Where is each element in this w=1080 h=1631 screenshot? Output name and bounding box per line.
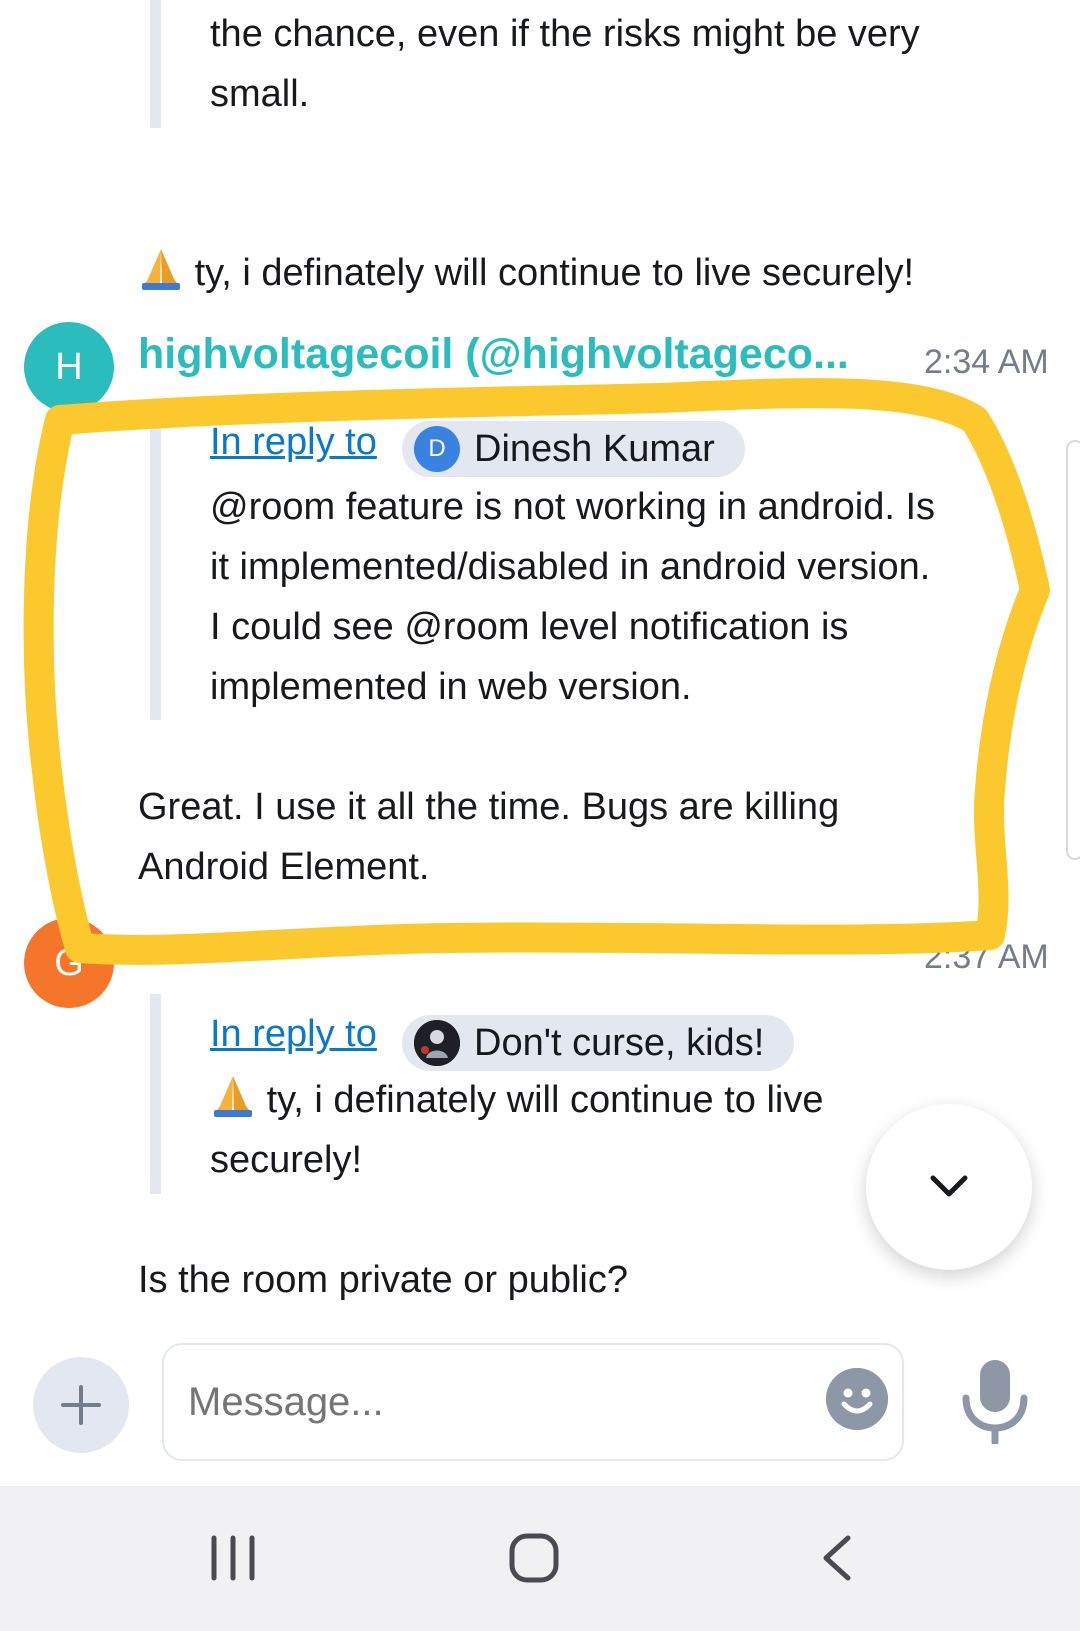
reply-user-pill[interactable]: Don't curse, kids!: [402, 1015, 795, 1071]
quote-line: small.: [210, 73, 310, 115]
reply-user-avatar: D: [414, 426, 460, 472]
quote-line: I could see @room level notification is: [210, 606, 849, 648]
quote-line: @room feature is not working in android.…: [210, 486, 936, 528]
plus-icon: [61, 1385, 101, 1425]
quote-bar: [150, 994, 161, 1194]
quote-line: the chance, even if the risks might be v…: [210, 13, 920, 55]
home-icon[interactable]: [508, 1532, 560, 1584]
voice-message-button[interactable]: [958, 1358, 1032, 1449]
avatar-letter: H: [55, 345, 83, 388]
message-text: ty, i definately will continue to live s…: [194, 252, 915, 294]
reply-user-initial: D: [428, 435, 446, 462]
smiley-icon: [826, 1368, 888, 1430]
message-body-line[interactable]: Android Element.: [138, 837, 430, 897]
message-body[interactable]: ty, i definately will continue to live s…: [138, 243, 914, 303]
quote-line: securely!: [210, 1139, 363, 1181]
message-body-line[interactable]: Great. I use it all the time. Bugs are k…: [138, 777, 839, 837]
composer: [0, 1330, 1080, 1485]
pray-emoji-icon: [142, 249, 180, 290]
quote-line: it implemented/disabled in android versi…: [210, 546, 931, 588]
avatar[interactable]: H: [24, 322, 114, 412]
jump-to-bottom-button[interactable]: [866, 1104, 1032, 1270]
reply-user-avatar: [414, 1020, 460, 1066]
chevron-down-icon: [930, 1175, 968, 1197]
quote-line: implemented in web version.: [210, 666, 692, 708]
in-reply-to-link[interactable]: In reply to: [210, 421, 377, 464]
back-icon[interactable]: [818, 1534, 854, 1582]
message-input[interactable]: [162, 1343, 904, 1461]
avatar-letter: G: [54, 941, 84, 984]
microphone-icon: [962, 1360, 1028, 1446]
emoji-button[interactable]: [826, 1368, 888, 1430]
quote-line: ty, i definately will continue to live: [210, 1070, 823, 1130]
recents-icon[interactable]: [208, 1534, 258, 1582]
system-nav-bar: [0, 1486, 1080, 1631]
pray-emoji-icon: [214, 1076, 252, 1117]
add-attachment-button[interactable]: [33, 1357, 129, 1453]
timestamp: 2:37 AM: [924, 938, 1049, 976]
quote-bar: [150, 418, 161, 720]
avatar-image-icon: [414, 1020, 460, 1066]
message-body[interactable]: Is the room private or public?: [138, 1250, 628, 1310]
scrollbar[interactable]: [1066, 440, 1080, 860]
reply-user-pill[interactable]: D Dinesh Kumar: [402, 421, 745, 477]
in-reply-to-link[interactable]: In reply to: [210, 1013, 377, 1056]
avatar[interactable]: G: [24, 918, 114, 1008]
quote-bar: [150, 0, 161, 128]
reply-user-name: Don't curse, kids!: [474, 1021, 765, 1064]
reply-user-name: Dinesh Kumar: [474, 427, 715, 470]
quote-text: ty, i definately will continue to live: [266, 1079, 824, 1121]
timestamp: 2:34 AM: [924, 343, 1049, 381]
chat-screen: the chance, even if the risks might be v…: [0, 0, 1080, 1631]
sender-name[interactable]: highvoltagecoil (@highvoltageco...: [138, 330, 878, 379]
